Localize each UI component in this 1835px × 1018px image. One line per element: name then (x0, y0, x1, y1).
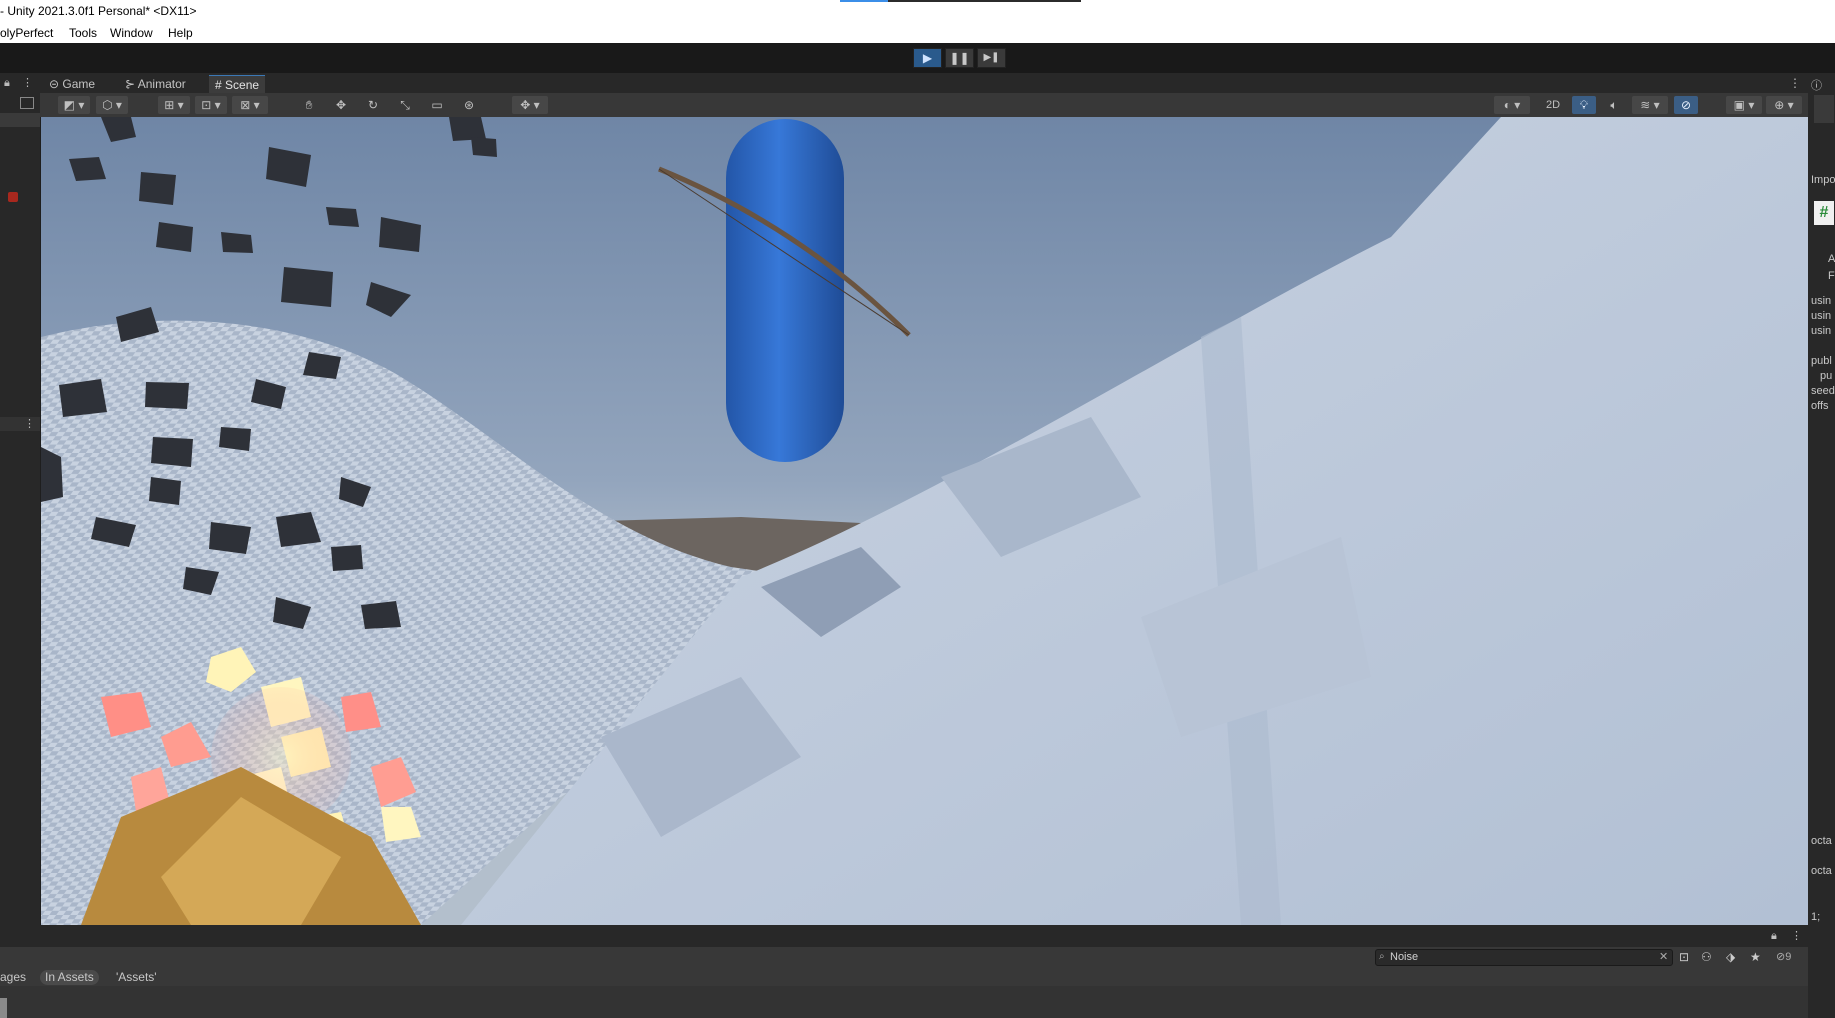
clear-search-icon[interactable]: ✕ (1659, 950, 1668, 963)
play-button[interactable]: ▶ (913, 48, 942, 68)
kebab-icon[interactable]: ⋮ (24, 417, 35, 430)
audio-toggle-icon[interactable]: 🔈︎ (1602, 96, 1626, 114)
scope-packages[interactable]: ages (0, 970, 31, 985)
code-line: publ (1811, 355, 1832, 367)
tab-animator[interactable]: ⊱ Animator (119, 75, 192, 93)
project-search-row: Noise ⌕ ✕ ⊡ ⚇ ⬗ ★ ⊘9 (0, 947, 1808, 969)
custom-tool-dropdown[interactable]: ✥ ▾ (512, 96, 548, 114)
tab-scene[interactable]: # Scene (209, 75, 266, 94)
code-line: offs (1811, 400, 1829, 412)
tab-scene-label: Scene (225, 78, 260, 92)
search-by-type-icon[interactable]: ⊡ (1679, 950, 1689, 964)
code-line: seed (1811, 385, 1835, 397)
code-line: usin (1811, 310, 1832, 322)
play-icon: ▶ (922, 51, 933, 65)
inspector-field-f: F (1828, 270, 1835, 282)
inspector-header-text: Impo (1811, 174, 1835, 186)
lock-icon[interactable]: 🔒︎ (4, 77, 10, 90)
tab-menu-kebab-icon[interactable]: ⋮ (1789, 76, 1801, 90)
create-icon[interactable] (20, 97, 34, 109)
step-icon: ▶❚ (983, 52, 1000, 63)
scene-render (41, 117, 1808, 925)
search-input[interactable]: Noise (1375, 949, 1673, 966)
grid-visibility-dropdown[interactable]: ⊠ ▾ (232, 96, 268, 114)
rect-tool-icon[interactable]: ▭ (426, 96, 448, 114)
menu-polyperfect[interactable]: olyPerfect (0, 26, 53, 40)
tag-icon[interactable]: ⬗ (1726, 950, 1735, 964)
pause-icon: ❚❚ (949, 51, 970, 65)
code-line: usin (1811, 295, 1832, 307)
shading-mode-dropdown[interactable]: ⬡ ▾ (96, 96, 128, 114)
hidden-objects-toggle-icon[interactable]: ⊘ (1674, 96, 1698, 114)
scene-viewport[interactable] (41, 117, 1808, 925)
window-title: - Unity 2021.3.0f1 Personal* <DX11> (0, 4, 197, 18)
rotate-tool-icon[interactable]: ↻ (362, 96, 384, 114)
eye-slash-icon: ⊘ (1776, 951, 1786, 963)
hierarchy-row[interactable] (0, 113, 40, 127)
effects-dropdown[interactable]: ≋ ▾ (1632, 96, 1668, 114)
red-object-icon (8, 192, 18, 202)
gizmos-dropdown[interactable]: ⊕ ▾ (1766, 96, 1802, 114)
window-title-bar: - Unity 2021.3.0f1 Personal* <DX11> (0, 0, 1835, 22)
hierarchy-header-icons: 🔒︎ ⋮ (0, 73, 40, 93)
search-scope-bar: ages In Assets 'Assets' (0, 969, 1808, 986)
transform-tool-icon[interactable]: ⊛ (458, 96, 480, 114)
view-tab-bar: ⊝ Game ⊱ Animator # Scene ⋮ (0, 73, 1808, 94)
menu-help[interactable]: Help (168, 26, 193, 40)
camera-orbit-dropdown[interactable]: ◐ ▾ (1494, 96, 1530, 114)
search-by-label-icon[interactable]: ⚇ (1701, 950, 1712, 964)
inspector-field-a: A (1828, 253, 1835, 265)
title-progress-fill (840, 0, 889, 2)
main-toolbar: ▶ ❚❚ ▶❚ (0, 43, 1835, 73)
code-line: 1; (1811, 911, 1821, 923)
gamepad-icon: ⊝ (49, 77, 60, 91)
code-line: octa (1811, 865, 1832, 877)
lighting-toggle-icon[interactable]: 💡︎ (1572, 96, 1596, 114)
search-icon: ⌕ (1379, 951, 1385, 962)
info-icon[interactable]: ⓘ (1811, 77, 1822, 93)
tab-game-label: Game (62, 77, 96, 91)
project-header: 🔒︎ ⋮ (0, 925, 1808, 947)
code-line: usin (1811, 325, 1832, 337)
menu-tools[interactable]: Tools (69, 26, 97, 40)
scale-tool-icon[interactable]: ⤡ (394, 96, 416, 114)
title-progress-bar (840, 0, 1081, 2)
inspector-toolbar-slot (1814, 95, 1834, 123)
hidden-count: 9 (1785, 951, 1792, 963)
lock-icon[interactable]: 🔒︎ (1771, 930, 1777, 943)
kebab-icon[interactable]: ⋮ (1791, 929, 1802, 942)
scope-assets-folder[interactable]: 'Assets' (111, 970, 162, 985)
code-line: pu (1820, 370, 1833, 382)
code-line: octa (1811, 835, 1832, 847)
inspector-panel-edge: ⓘ Impo # A F usin usin usin publ pu seed… (1808, 73, 1835, 1018)
animator-icon: ⊱ (125, 77, 136, 91)
menu-window[interactable]: Window (110, 26, 153, 40)
menu-bar: olyPerfect Tools Window Help (0, 22, 1835, 43)
scene-grid-icon: # (215, 78, 222, 92)
move-tool-icon[interactable]: ✥ (330, 96, 352, 114)
asset-scrollbar[interactable] (0, 998, 7, 1018)
hidden-packages-toggle[interactable]: ⊘9 (1776, 950, 1791, 963)
step-button[interactable]: ▶❚ (977, 48, 1006, 68)
draw-mode-dropdown[interactable]: ◩ ▾ (58, 96, 90, 114)
tab-game[interactable]: ⊝ Game (43, 75, 101, 93)
pause-button[interactable]: ❚❚ (945, 48, 974, 68)
toggle-2d-button[interactable]: 2D (1540, 96, 1566, 114)
tab-animator-label: Animator (137, 77, 186, 91)
hierarchy-panel-edge: ⋮ (0, 93, 40, 925)
snap-increment-dropdown[interactable]: ⊡ ▾ (195, 96, 227, 114)
blue-capsule (726, 119, 844, 462)
scope-in-assets[interactable]: In Assets (40, 970, 99, 985)
favorite-star-icon[interactable]: ★ (1750, 950, 1761, 964)
hand-tool-icon[interactable]: ✋︎ (298, 96, 320, 114)
camera-settings-dropdown[interactable]: ▣ ▾ (1726, 96, 1762, 114)
project-asset-area[interactable] (0, 986, 1808, 1018)
grid-snap-dropdown[interactable]: ⊞ ▾ (158, 96, 190, 114)
scene-toolbar: ◩ ▾ ⬡ ▾ ⊞ ▾ ⊡ ▾ ⊠ ▾ ✋︎ ✥ ↻ ⤡ ▭ ⊛ ✥ ▾ ◐ ▾… (40, 93, 1808, 117)
kebab-icon[interactable]: ⋮ (22, 76, 33, 89)
script-hash-icon: # (1814, 201, 1834, 225)
